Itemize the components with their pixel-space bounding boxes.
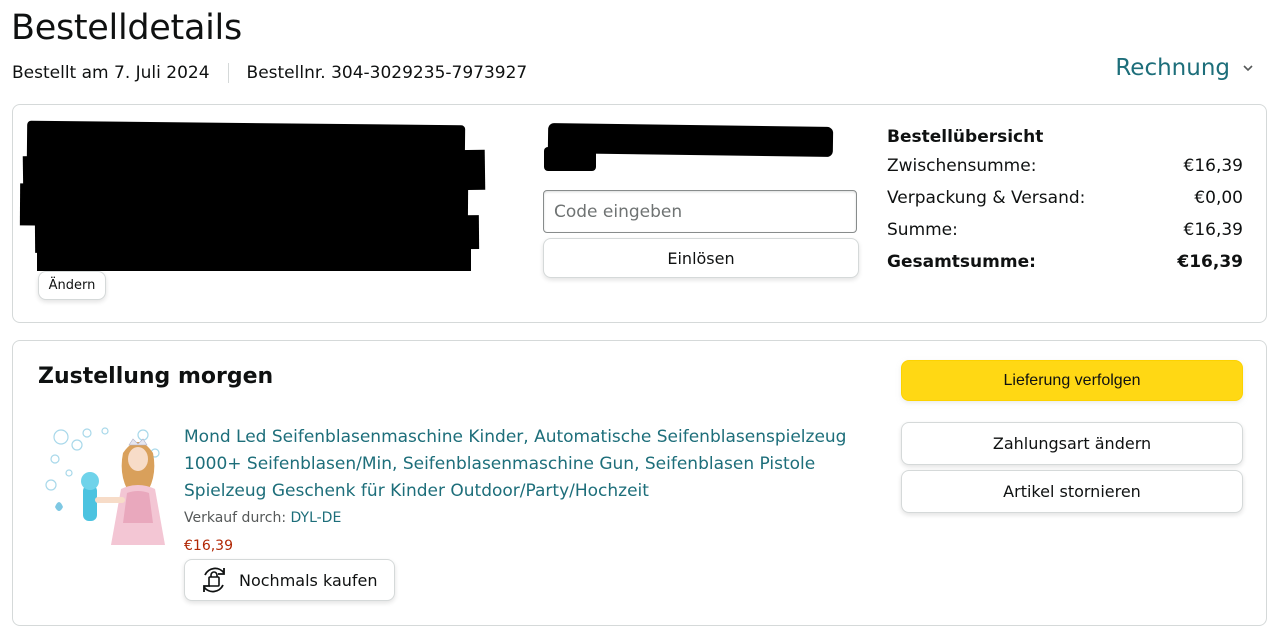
invoice-dropdown[interactable]: Rechnung	[1115, 55, 1254, 81]
summary-row-subtotal: Zwischensumme: €16,39	[887, 156, 1243, 178]
change-address-button[interactable]: Ändern	[38, 271, 106, 300]
chevron-down-icon	[1243, 65, 1253, 72]
invoice-label: Rechnung	[1115, 55, 1230, 81]
order-number: Bestellnr. 304-3029235-7973927	[246, 63, 528, 83]
summary-label: Zwischensumme:	[887, 156, 1037, 176]
item-price: €16,39	[184, 538, 233, 554]
summary-value: €0,00	[1194, 188, 1243, 208]
buy-again-icon	[203, 567, 225, 593]
summary-value: €16,39	[1183, 220, 1243, 240]
meta-divider	[227, 63, 229, 83]
redaction-mark	[37, 239, 471, 271]
summary-label: Verpackung & Versand:	[887, 188, 1086, 208]
summary-value: €16,39	[1177, 252, 1243, 272]
track-package-button[interactable]: Lieferung verfolgen	[901, 360, 1243, 401]
order-meta: Bestellt am 7. Juli 2024 Bestellnr. 304-…	[12, 63, 527, 83]
seller-prefix: Verkauf durch:	[184, 510, 287, 526]
page-title: Bestelldetails	[11, 8, 242, 48]
gift-code-input[interactable]	[543, 190, 857, 233]
summary-value: €16,39	[1183, 156, 1243, 176]
buy-again-button[interactable]: Nochmals kaufen	[184, 559, 395, 601]
summary-label: Summe:	[887, 220, 958, 240]
seller-info: Verkauf durch: DYL-DE	[184, 510, 341, 526]
summary-row-grand-total: Gesamtsumme: €16,39	[887, 252, 1243, 274]
order-summary: Bestellübersicht Zwischensumme: €16,39 V…	[887, 127, 1243, 284]
order-date: Bestellt am 7. Juli 2024	[12, 63, 210, 83]
delivery-card: Zustellung morgen Lieferung verfolgen Za…	[12, 340, 1267, 626]
seller-link[interactable]: DYL-DE	[291, 510, 342, 526]
redaction-mark	[544, 147, 596, 171]
change-payment-button[interactable]: Zahlungsart ändern	[901, 422, 1243, 465]
product-image[interactable]	[43, 423, 168, 547]
summary-label: Gesamtsumme:	[887, 252, 1036, 272]
delivery-status-title: Zustellung morgen	[38, 364, 274, 389]
cancel-item-button[interactable]: Artikel stornieren	[901, 470, 1243, 513]
summary-row-total: Summe: €16,39	[887, 220, 1243, 242]
redeem-button[interactable]: Einlösen	[543, 238, 859, 278]
product-title-link[interactable]: Mond Led Seifenblasenmaschine Kinder, Au…	[184, 424, 874, 505]
summary-heading: Bestellübersicht	[887, 127, 1044, 147]
order-info-card: Ändern Einlösen Bestellübersicht Zwische…	[12, 104, 1267, 323]
buy-again-label: Nochmals kaufen	[239, 570, 378, 590]
summary-row-shipping: Verpackung & Versand: €0,00	[887, 188, 1243, 210]
